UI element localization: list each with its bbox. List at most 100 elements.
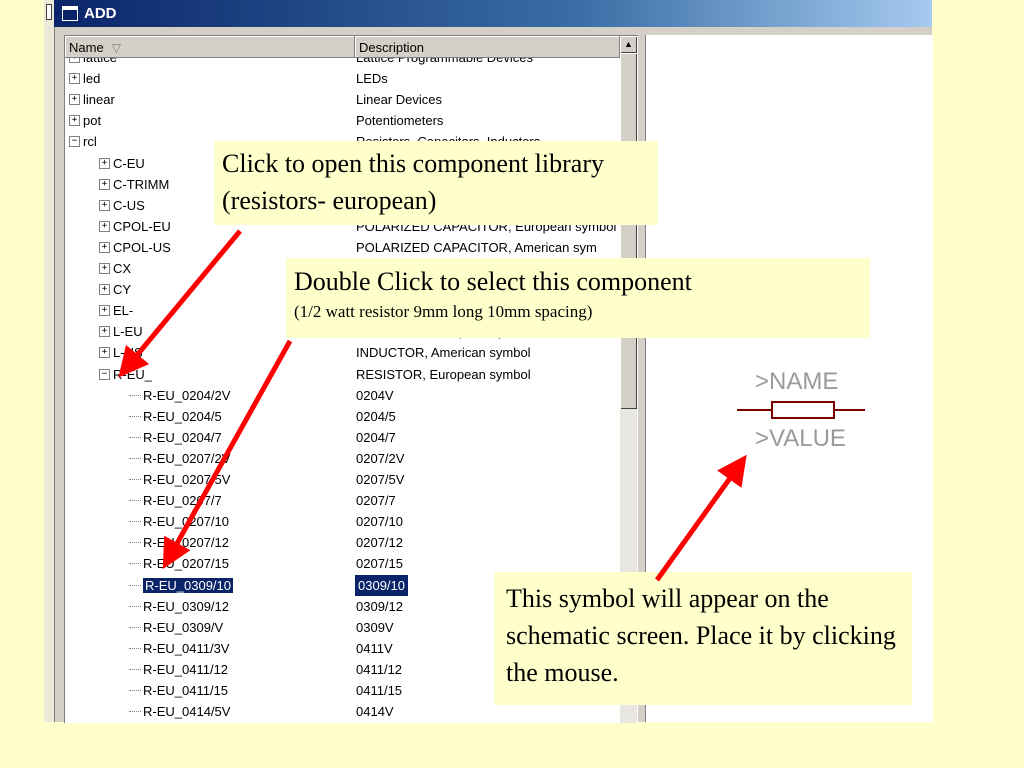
tree-connector-icon bbox=[129, 647, 141, 649]
row-name: R-EU_0309/12 bbox=[143, 598, 229, 614]
expand-icon[interactable]: + bbox=[99, 199, 110, 211]
expand-icon[interactable]: + bbox=[99, 157, 110, 169]
tree-connector-icon bbox=[129, 605, 141, 607]
row-description: 0207/2V bbox=[356, 450, 405, 466]
expand-icon[interactable]: + bbox=[99, 284, 110, 296]
tree-row[interactable]: + CPOL-US POLARIZED CAPACITOR, American sy… bbox=[65, 237, 620, 258]
tree-row[interactable]: − R-EU_ RESISTOR, European symbol bbox=[65, 364, 620, 385]
symbol-value-placeholder: >VALUE bbox=[755, 425, 846, 452]
expand-icon[interactable]: + bbox=[69, 115, 80, 127]
tree-row[interactable]: + pot Potentiometers bbox=[65, 110, 620, 131]
tree-row[interactable]: +lattice Lattice Programmable Devices bbox=[65, 58, 620, 68]
row-name: led bbox=[83, 71, 101, 87]
expand-icon[interactable]: + bbox=[69, 73, 80, 85]
list-header: Name ▽ Description bbox=[65, 36, 638, 58]
symbol-lead-right bbox=[831, 409, 865, 411]
row-name: C-TRIMM bbox=[113, 176, 170, 192]
tree-row[interactable]: R-EU_0204/2V 0204V bbox=[65, 385, 620, 406]
row-name: pot bbox=[83, 113, 102, 129]
row-description: 0411/15 bbox=[356, 683, 403, 698]
expand-icon[interactable]: + bbox=[99, 305, 110, 317]
tree-row[interactable]: R-EU_0204/5 0204/5 bbox=[65, 406, 620, 427]
expand-icon[interactable]: + bbox=[69, 94, 80, 106]
row-name: C-US bbox=[113, 197, 145, 213]
row-name: R-EU_0207/12 bbox=[143, 535, 229, 551]
row-description: Linear Devices bbox=[356, 92, 442, 108]
row-name: R-EU_0204/5 bbox=[143, 408, 222, 424]
row-name: R-EU_0411/12 bbox=[143, 661, 229, 677]
scroll-thumb[interactable] bbox=[620, 53, 637, 409]
expand-icon[interactable]: + bbox=[99, 178, 110, 190]
row-name: CY bbox=[113, 282, 132, 298]
row-description: 0411/12 bbox=[356, 661, 403, 677]
tree-connector-icon bbox=[129, 436, 141, 438]
expand-icon[interactable]: + bbox=[99, 241, 110, 253]
row-name: EL- bbox=[113, 303, 134, 319]
expand-icon[interactable]: + bbox=[69, 58, 80, 63]
symbol-lead-left bbox=[737, 409, 773, 411]
tree-connector-icon bbox=[129, 479, 141, 480]
title-bar[interactable]: ADD bbox=[54, 0, 932, 27]
tree-connector-icon bbox=[129, 521, 141, 523]
row-description: POLARIZED CAPACITOR, American sym bbox=[356, 239, 597, 255]
tree-connector-icon bbox=[129, 690, 141, 691]
row-name: R-EU_ bbox=[113, 366, 153, 382]
tree-connector-icon bbox=[129, 500, 141, 502]
row-name: R-EU_0207/7 bbox=[143, 493, 222, 509]
row-description: INDUCTOR, American symbol bbox=[356, 345, 531, 361]
row-description: 0309/12 bbox=[356, 598, 403, 614]
row-description: 0411V bbox=[356, 640, 393, 656]
row-description: 0207/7 bbox=[356, 493, 396, 509]
row-description: Lattice Programmable Devices bbox=[356, 58, 533, 68]
collapse-icon[interactable]: − bbox=[99, 368, 110, 380]
tree-row[interactable]: R-EU_0207/7 0207/7 bbox=[65, 490, 620, 511]
sort-arrow-icon: ▽ bbox=[111, 41, 121, 55]
tree-row[interactable]: + L-US INDUCTOR, American symbol bbox=[65, 342, 620, 363]
tree-connector-icon bbox=[129, 457, 141, 459]
row-name: CPOL-US bbox=[113, 239, 171, 255]
row-name: R-EU_0414/5V bbox=[143, 704, 231, 720]
expand-icon[interactable]: + bbox=[99, 347, 110, 359]
symbol-name-placeholder: >NAME bbox=[755, 368, 839, 395]
tree-connector-icon bbox=[129, 584, 141, 586]
row-name: L-EU bbox=[113, 324, 143, 340]
row-description: RESISTOR, European symbol bbox=[356, 366, 531, 382]
expand-icon[interactable]: + bbox=[99, 263, 110, 274]
column-header-description[interactable]: Description bbox=[355, 36, 620, 58]
tree-row[interactable]: R-EU_0207/2V 0207/2V bbox=[65, 448, 620, 469]
tree-connector-icon bbox=[129, 563, 141, 565]
callout-open-library: Click to open this component library (re… bbox=[214, 141, 658, 225]
expand-icon[interactable]: + bbox=[99, 326, 110, 338]
resistor-symbol-icon bbox=[771, 401, 835, 419]
row-name: R-EU_0207/2V bbox=[143, 450, 231, 466]
row-description: 0207/12 bbox=[356, 535, 403, 551]
tree-connector-icon bbox=[129, 711, 141, 713]
row-name: L-US bbox=[113, 345, 143, 361]
row-description: 0207/15 bbox=[356, 556, 403, 572]
tree-row[interactable]: R-EU_0207/5V 0207/5V bbox=[65, 469, 620, 490]
tree-row[interactable]: + linear Linear Devices bbox=[65, 89, 620, 110]
column-header-name[interactable]: Name ▽ bbox=[65, 36, 355, 58]
callout-symbol-note: This symbol will appear on the schematic… bbox=[494, 572, 912, 705]
row-name: R-EU_0309/10 bbox=[143, 577, 233, 593]
scroll-up-arrow-icon[interactable]: ▲ bbox=[620, 36, 637, 53]
tree-row[interactable]: R-EU_0207/12 0207/12 bbox=[65, 532, 620, 553]
window-icon bbox=[62, 6, 78, 21]
tree-connector-icon bbox=[129, 626, 141, 628]
row-name: lattice bbox=[83, 58, 117, 68]
row-description: Potentiometers bbox=[356, 113, 444, 129]
tree-row[interactable]: R-EU_0207/10 0207/10 bbox=[65, 511, 620, 532]
expand-icon[interactable]: + bbox=[99, 220, 110, 232]
row-name: rcl bbox=[83, 134, 97, 150]
row-description: 0309V bbox=[356, 619, 394, 635]
row-name: R-EU_0207/5V bbox=[143, 472, 231, 487]
tree-row[interactable]: + led LEDs bbox=[65, 68, 620, 89]
row-description: 0414V bbox=[356, 704, 394, 720]
row-name: R-EU_0309/V bbox=[143, 619, 224, 635]
callout-select-line1: Double Click to select this component bbox=[294, 267, 692, 296]
collapse-icon[interactable]: − bbox=[69, 136, 80, 148]
row-description: LEDs bbox=[356, 71, 388, 87]
window-title: ADD bbox=[84, 5, 117, 22]
tree-row[interactable]: R-EU_0204/7 0204/7 bbox=[65, 427, 620, 448]
row-description: 0204/7 bbox=[356, 429, 396, 445]
